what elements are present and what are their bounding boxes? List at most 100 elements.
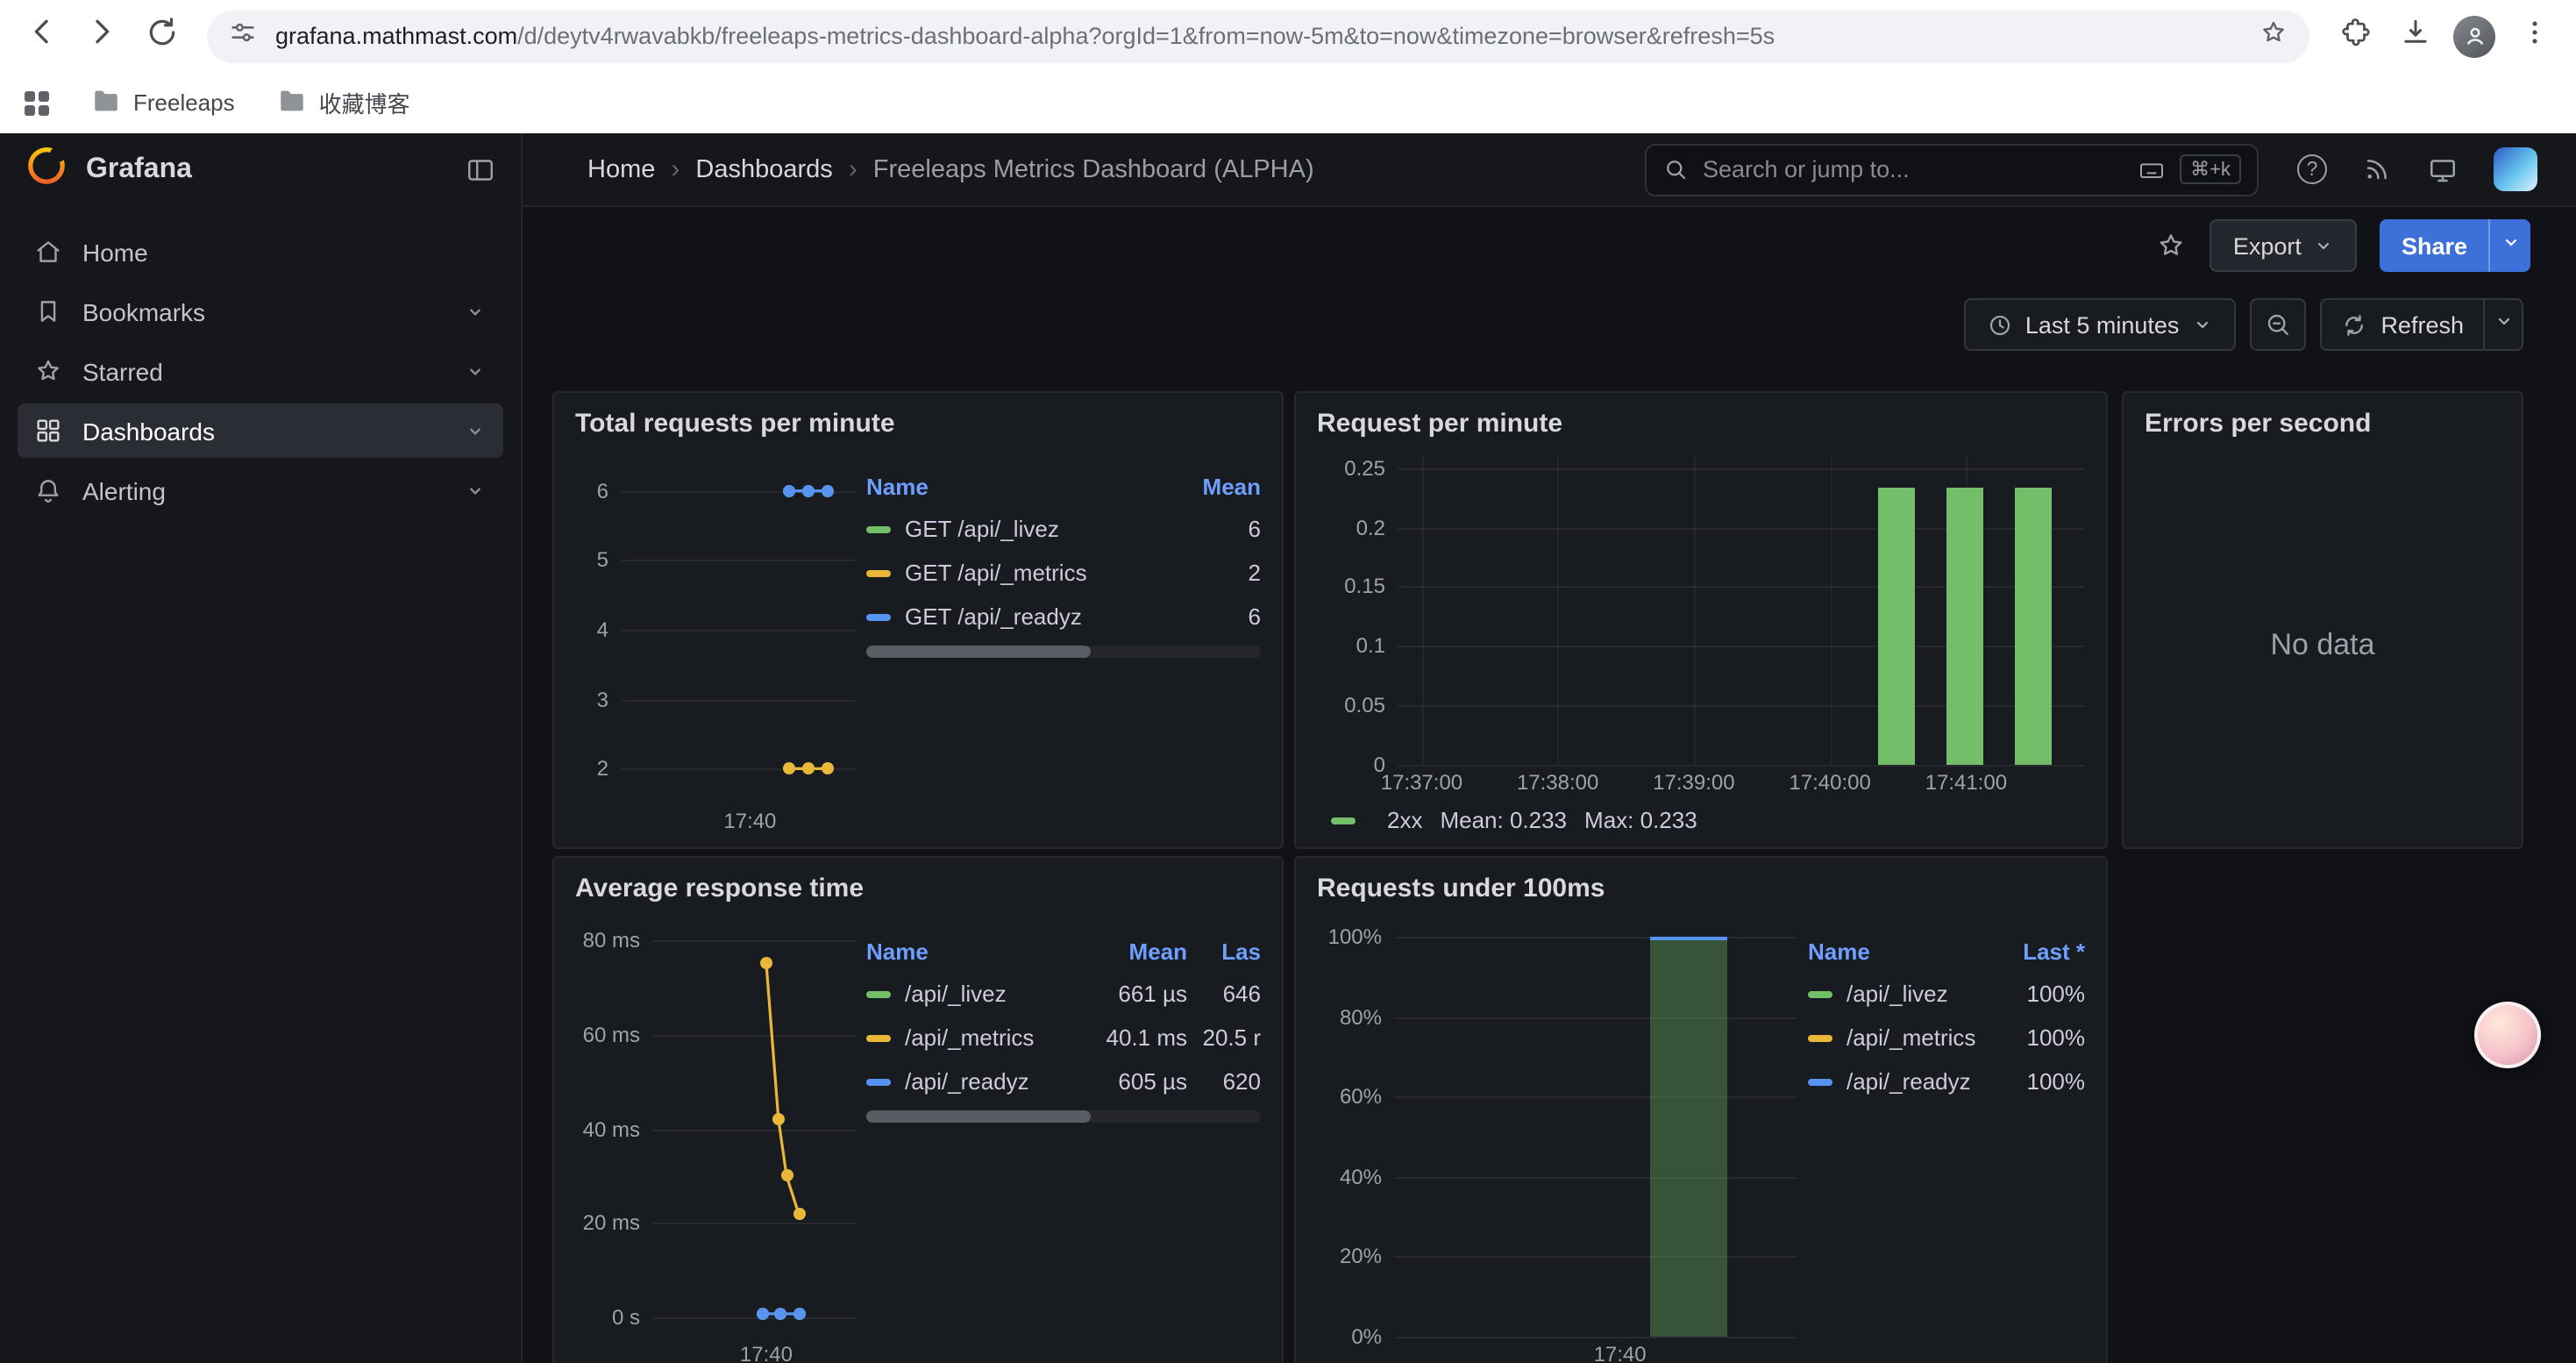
legend-column-header[interactable]: Name <box>866 938 1082 965</box>
refresh-interval-button[interactable] <box>2483 298 2523 351</box>
bookmark-folder-freeleaps[interactable]: Freeleaps <box>91 85 235 120</box>
panel-title[interactable]: Requests under 100ms <box>1296 858 2106 917</box>
url-text[interactable]: grafana.mathmast.com/d/deytv4rwavabkb/fr… <box>275 23 2241 49</box>
chevron-down-icon[interactable] <box>463 299 487 324</box>
sidebar-item-home[interactable]: Home <box>18 225 503 279</box>
legend-scrollbar-thumb[interactable] <box>866 1110 1092 1123</box>
time-controls: Last 5 minutes Refresh <box>523 284 2576 365</box>
back-button[interactable] <box>14 8 70 64</box>
legend-column-header[interactable]: Name <box>866 474 1180 500</box>
grafana-logo-icon[interactable] <box>25 144 68 196</box>
y-tick-label: 80 ms <box>583 928 640 953</box>
legend-series-name[interactable]: 2xx <box>1387 807 1422 833</box>
y-tick-label: 6 <box>597 479 608 503</box>
breadcrumb-home[interactable]: Home <box>587 155 655 183</box>
monitor-icon[interactable] <box>2427 153 2459 185</box>
chevron-down-icon[interactable] <box>463 478 487 503</box>
profile-button[interactable] <box>2446 8 2502 64</box>
search-input[interactable] <box>1703 156 2124 182</box>
reload-icon <box>145 15 178 57</box>
panel-title[interactable]: Average response time <box>554 858 1282 917</box>
legend-row[interactable]: /api/_metrics40.1 ms20.5 r <box>866 1016 1261 1060</box>
export-button[interactable]: Export <box>2210 219 2358 272</box>
extensions-button[interactable] <box>2327 8 2383 64</box>
browser-menu-button[interactable] <box>2506 8 2562 64</box>
user-avatar[interactable] <box>2494 147 2537 191</box>
legend-row[interactable]: /api/_readyz605 µs620 <box>866 1060 1261 1103</box>
bookmark-folder-blogs[interactable]: 收藏博客 <box>277 85 410 120</box>
sidebar-item-starred[interactable]: Starred <box>18 344 503 398</box>
legend-table: NameLast * /api/_livez100%/api/_metrics10… <box>1808 921 2085 1363</box>
legend-scrollbar[interactable] <box>866 646 1261 658</box>
assistant-avatar-button[interactable] <box>2474 1002 2541 1068</box>
reload-button[interactable] <box>133 8 189 64</box>
legend-name: /api/_readyz <box>1808 1068 1994 1095</box>
legend-row[interactable]: /api/_metrics100% <box>1808 1016 2085 1060</box>
y-tick-label: 40% <box>1340 1165 1382 1189</box>
bookmark-label: Freeleaps <box>133 89 235 116</box>
share-menu-button[interactable] <box>2488 219 2530 272</box>
total-requests-chart: 6543217:40 <box>575 456 856 833</box>
forward-button[interactable] <box>74 8 130 64</box>
favorite-star-icon[interactable] <box>2156 230 2188 261</box>
chart-point <box>756 1308 768 1320</box>
bookmark-star-icon[interactable] <box>2259 17 2288 55</box>
apps-grid-icon[interactable] <box>25 90 49 115</box>
legend-value: 6 <box>1180 603 1261 630</box>
legend-row[interactable]: /api/_livez661 µs646 <box>866 972 1261 1016</box>
chart-point <box>760 957 772 969</box>
grafana-topbar: Home › Dashboards › Freeleaps Metrics Da… <box>523 133 2576 207</box>
panel-title[interactable]: Total requests per minute <box>554 393 1282 453</box>
sidebar-item-dashboards[interactable]: Dashboards <box>18 403 503 458</box>
panel-title[interactable]: Request per minute <box>1296 393 2106 453</box>
search-box[interactable]: ⌘+k <box>1645 143 2259 196</box>
zoom-out-button[interactable] <box>2249 298 2305 351</box>
legend-scrollbar-thumb[interactable] <box>866 646 1092 658</box>
plot-area <box>1398 456 2085 765</box>
rss-icon[interactable] <box>2362 154 2392 184</box>
address-bar[interactable]: grafana.mathmast.com/d/deytv4rwavabkb/fr… <box>207 10 2309 62</box>
sidebar-item-bookmarks[interactable]: Bookmarks <box>18 284 503 339</box>
x-axis: 17:40 <box>652 1337 856 1363</box>
legend-row[interactable]: GET /api/_livez6 <box>866 507 1261 551</box>
time-range-picker[interactable]: Last 5 minutes <box>1964 298 2236 351</box>
legend-row[interactable]: /api/_readyz100% <box>1808 1060 2085 1103</box>
legend-name: /api/_livez <box>866 981 1082 1007</box>
legend-name: /api/_metrics <box>866 1024 1082 1051</box>
legend-column-header[interactable]: Mean <box>1180 474 1261 500</box>
panel-title[interactable]: Errors per second <box>2124 393 2522 453</box>
plot-area <box>1394 921 1797 1337</box>
refresh-label: Refresh <box>2380 311 2464 338</box>
downloads-button[interactable] <box>2387 8 2443 64</box>
help-icon[interactable]: ? <box>2297 154 2327 184</box>
legend-scrollbar[interactable] <box>866 1110 1261 1123</box>
refresh-button[interactable]: Refresh <box>2319 298 2483 351</box>
zoom-out-icon <box>2263 310 2291 339</box>
legend-value: 40.1 ms <box>1082 1024 1187 1051</box>
legend-value: 620 <box>1187 1068 1261 1095</box>
chevron-down-icon <box>2493 309 2514 340</box>
sidebar-item-alerting[interactable]: Alerting <box>18 463 503 517</box>
share-button[interactable]: Share <box>2380 219 2488 272</box>
legend-column-header[interactable]: Las <box>1187 938 1261 965</box>
site-info-icon[interactable] <box>228 17 258 55</box>
legend-column-header[interactable]: Mean <box>1082 938 1187 965</box>
legend-column-header[interactable]: Name <box>1808 938 1994 965</box>
legend-column-header[interactable]: Last * <box>1994 938 2085 965</box>
legend-row[interactable]: GET /api/_readyz6 <box>866 595 1261 639</box>
legend-value: 646 <box>1187 981 1261 1007</box>
y-tick-label: 5 <box>597 548 608 573</box>
legend-row[interactable]: /api/_livez100% <box>1808 972 2085 1016</box>
legend-inline[interactable]: 2xxMean: 0.233Max: 0.233 <box>1317 795 2085 833</box>
breadcrumb-dashboards[interactable]: Dashboards <box>695 155 832 183</box>
sidebar-collapse-button[interactable] <box>465 154 496 186</box>
chevron-down-icon[interactable] <box>463 359 487 383</box>
chevron-down-icon[interactable] <box>463 418 487 443</box>
legend-row[interactable]: GET /api/_metrics2 <box>866 551 1261 595</box>
y-axis: 0.250.20.150.10.050 <box>1317 456 1398 765</box>
clock-icon <box>1987 311 2013 338</box>
y-tick-label: 0.15 <box>1344 574 1385 599</box>
legend-swatch <box>1808 990 1832 997</box>
y-tick-label: 0.2 <box>1356 515 1385 539</box>
legend-swatch <box>1331 817 1356 824</box>
